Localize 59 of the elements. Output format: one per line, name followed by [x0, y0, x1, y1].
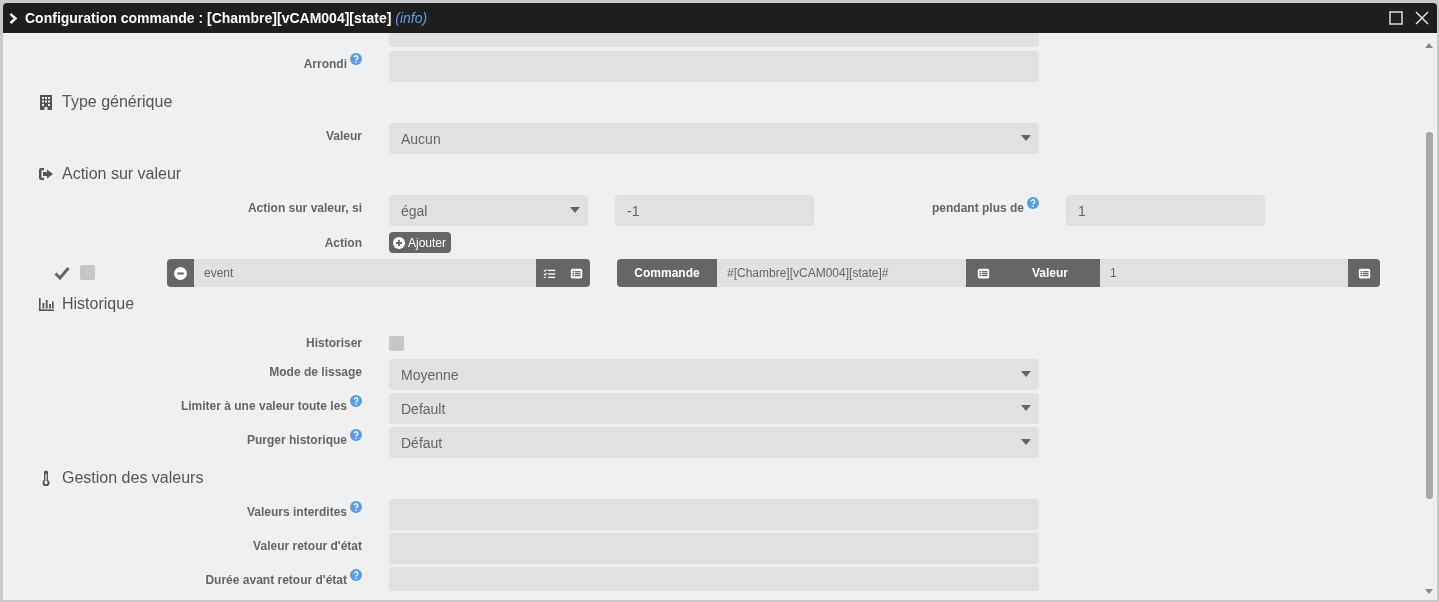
section-title: Action sur valeur [62, 165, 182, 183]
field-label: Arrondi [303, 57, 347, 71]
plus-circle-icon [393, 236, 405, 249]
caret-icon [1021, 371, 1031, 377]
scroll-up-icon[interactable] [1425, 43, 1433, 48]
field-label: Historiser [305, 336, 362, 350]
checkbox[interactable] [54, 266, 70, 280]
field-label: Limiter à une valeur toute les [180, 399, 347, 413]
section-title: Type générique [62, 93, 173, 111]
bar-chart-icon [38, 296, 54, 312]
section-title: Historique [62, 295, 135, 313]
field-label: Purger historique [247, 433, 347, 447]
caret-icon [570, 207, 580, 213]
dropdown[interactable]: Moyenne [389, 359, 1039, 390]
sign-out-icon [38, 166, 54, 182]
building-icon [38, 94, 54, 110]
section-title: Gestion des valeurs [62, 469, 204, 487]
dropdown[interactable]: Défaut [389, 427, 1039, 458]
list-button[interactable] [563, 259, 590, 287]
input-field[interactable]: 1 [1100, 259, 1348, 287]
input-field[interactable]: -1 [615, 195, 814, 226]
add-button[interactable]: Ajouter [389, 232, 452, 253]
scroll-down-icon[interactable] [1425, 589, 1433, 594]
checklist-icon [543, 266, 556, 280]
field-label: Action sur valeur, si [247, 201, 362, 215]
field-label: Valeurs interdites [246, 505, 347, 519]
input-field[interactable]: 1 [1066, 195, 1265, 226]
list-icon [976, 266, 990, 280]
input-field[interactable]: event [194, 259, 536, 287]
checklist-button[interactable] [536, 259, 563, 287]
input-field[interactable] [389, 33, 1039, 47]
field-label: Action [324, 236, 362, 250]
list-button[interactable] [966, 259, 1000, 287]
dropdown[interactable]: Default [389, 393, 1039, 424]
command-label: Commande [617, 259, 717, 287]
remove-button[interactable] [167, 259, 194, 287]
field-label: Valeur [325, 129, 362, 143]
field-label: Mode de lissage [269, 365, 362, 379]
chevron-right-icon [9, 12, 18, 24]
field-label: Valeur retour d'état [253, 539, 362, 553]
list-icon [1357, 266, 1371, 280]
scrollbar-thumb[interactable] [1425, 132, 1433, 499]
window-title: Configuration commande : [Chambre][vCAM004][state] (info) [25, 10, 429, 26]
minus-circle-icon [174, 266, 187, 280]
dropdown[interactable]: Aucun [389, 123, 1039, 154]
list-button[interactable] [1348, 259, 1380, 287]
checkbox[interactable] [389, 336, 404, 351]
close-icon[interactable] [1415, 11, 1429, 25]
dropdown[interactable]: égal [389, 195, 588, 226]
checkbox[interactable] [80, 265, 95, 280]
list-icon [570, 266, 583, 280]
field-label: pendant plus de [932, 201, 1024, 215]
caret-icon [1021, 439, 1031, 445]
maximize-icon[interactable] [1389, 11, 1403, 25]
input-field[interactable]: #[Chambre][vCAM004][state]# [717, 259, 966, 287]
value-label: Valeur [1000, 259, 1100, 287]
field-label: Durée avant retour d'état [205, 573, 347, 587]
caret-icon [1021, 135, 1031, 141]
caret-icon [1021, 405, 1031, 411]
